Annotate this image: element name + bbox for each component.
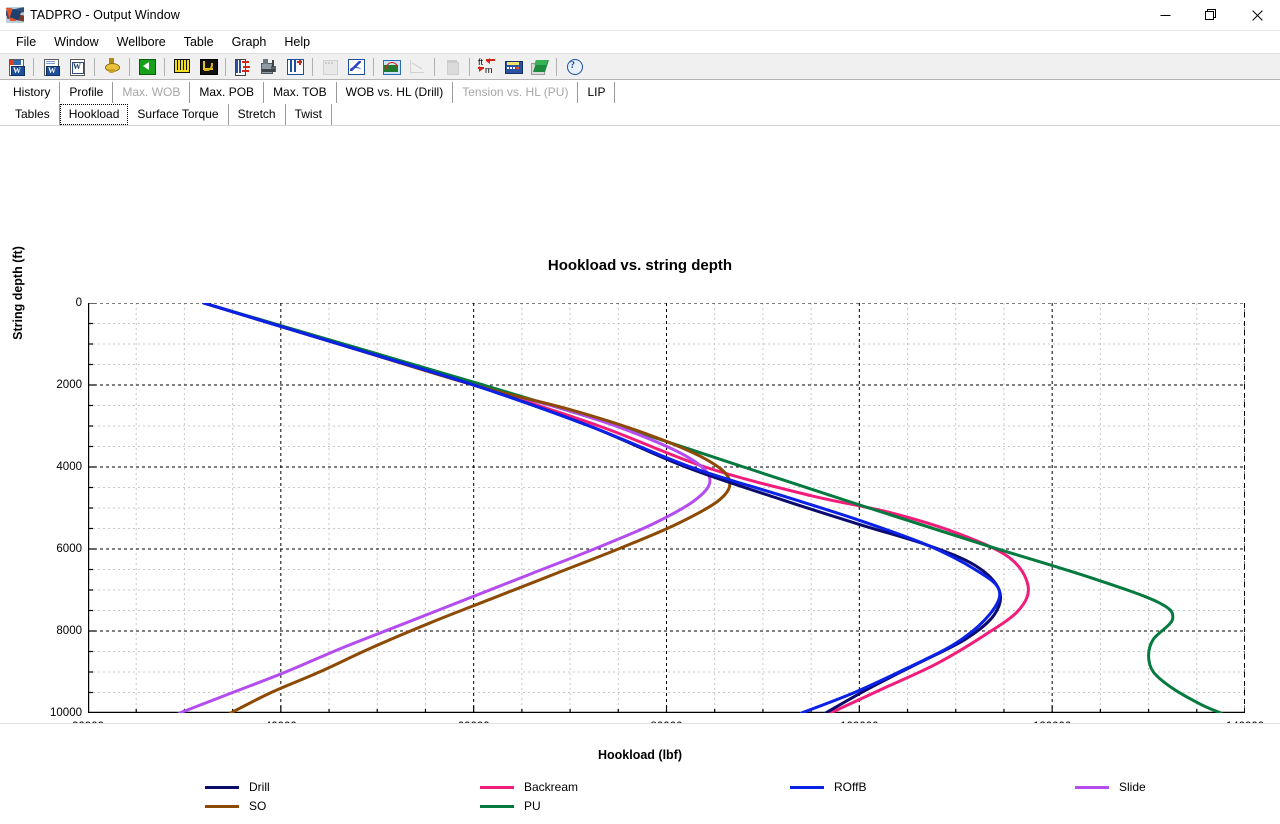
chart-panel: Hookload vs. string depth String depth (…: [0, 126, 1280, 742]
tabs-primary: History Profile Max. WOB Max. POB Max. T…: [0, 80, 1280, 103]
menu-item-wellbore[interactable]: Wellbore: [108, 33, 175, 51]
title-bar: TADPRO - Output Window: [0, 0, 1280, 31]
menu-bar: File Window Wellbore Table Graph Help: [0, 31, 1280, 53]
legend-label: ROffB: [834, 780, 866, 794]
legend-swatch: [1075, 786, 1109, 789]
toolbar: W W W: [0, 53, 1280, 80]
help-icon[interactable]: ?: [562, 56, 586, 78]
menu-item-table[interactable]: Table: [175, 33, 223, 51]
bit-icon[interactable]: [100, 56, 124, 78]
survey-icon[interactable]: [196, 56, 220, 78]
tab-max-pob[interactable]: Max. POB: [190, 82, 264, 103]
minimize-icon[interactable]: [1142, 0, 1188, 30]
y-axis-label: String depth (ft): [11, 213, 25, 373]
legend-label: Drill: [249, 780, 270, 794]
units-ft-m-icon[interactable]: ft m: [475, 56, 499, 78]
legend-swatch: [205, 786, 239, 789]
legend-swatch: [790, 786, 824, 789]
x-axis-label: Hookload (lbf): [0, 748, 1280, 762]
back-green-icon[interactable]: [135, 56, 159, 78]
calculator-icon[interactable]: [501, 56, 525, 78]
trash-icon: [440, 56, 464, 78]
legend-label: PU: [524, 799, 541, 813]
export-word-color-icon[interactable]: W: [4, 56, 28, 78]
legend-item-pu: PU: [480, 799, 541, 813]
legend-item-so: SO: [205, 799, 266, 813]
app-icon: [6, 7, 24, 23]
maximize-icon[interactable]: [1188, 0, 1234, 30]
chart-legend: Drill SO Backream PU ROffB Slide: [0, 776, 1280, 824]
tab-surface-torque[interactable]: Surface Torque: [128, 104, 228, 125]
y-tick-label: 8000: [56, 625, 82, 637]
y-tick-label: 2000: [56, 379, 82, 391]
y-tick-label: 6000: [56, 543, 82, 555]
graph-plot-icon[interactable]: [344, 56, 368, 78]
legend-swatch: [480, 805, 514, 808]
hole-section-icon[interactable]: [283, 56, 307, 78]
tab-profile[interactable]: Profile: [60, 82, 113, 103]
chart-line-icon: [405, 56, 429, 78]
window-title: TADPRO - Output Window: [30, 8, 180, 22]
tab-twist[interactable]: Twist: [286, 104, 332, 125]
legend-item-roffb: ROffB: [790, 780, 866, 794]
chart-image-icon[interactable]: [379, 56, 403, 78]
window-controls: [1142, 0, 1280, 30]
legend-item-backream: Backream: [480, 780, 578, 794]
export-word-icon[interactable]: W: [39, 56, 63, 78]
tab-hookload[interactable]: Hookload: [60, 104, 129, 125]
legend-item-drill: Drill: [205, 780, 270, 794]
tab-stretch[interactable]: Stretch: [229, 104, 286, 125]
rig-icon[interactable]: [257, 56, 281, 78]
tab-history[interactable]: History: [4, 82, 60, 103]
legend-label: Backream: [524, 780, 578, 794]
tab-tension-vs-hl-pu: Tension vs. HL (PU): [453, 82, 578, 103]
y-tick-label: 10000: [50, 707, 82, 719]
torque-drag-icon[interactable]: [231, 56, 255, 78]
export-folder-icon[interactable]: [527, 56, 551, 78]
menu-item-graph[interactable]: Graph: [223, 33, 276, 51]
drillstring-icon[interactable]: [170, 56, 194, 78]
plot-area: [88, 303, 1245, 713]
tab-max-tob[interactable]: Max. TOB: [264, 82, 337, 103]
legend-item-slide: Slide: [1075, 780, 1146, 794]
menu-item-file[interactable]: File: [7, 33, 45, 51]
series-line-so: [204, 303, 730, 713]
legend-label: Slide: [1119, 780, 1146, 794]
legend-label: SO: [249, 799, 266, 813]
menu-item-window[interactable]: Window: [45, 33, 107, 51]
close-icon[interactable]: [1234, 0, 1280, 30]
tab-tables[interactable]: Tables: [6, 104, 60, 125]
plot-svg: [88, 303, 1245, 713]
tab-max-wob: Max. WOB: [113, 82, 190, 103]
report-icon: [318, 56, 342, 78]
y-tick-label: 4000: [56, 461, 82, 473]
menu-item-help[interactable]: Help: [275, 33, 319, 51]
legend-swatch: [480, 786, 514, 789]
legend-swatch: [205, 805, 239, 808]
y-tick-label: 0: [76, 297, 82, 309]
chart-title: Hookload vs. string depth: [0, 257, 1280, 274]
tab-wob-vs-hl-drill[interactable]: WOB vs. HL (Drill): [337, 82, 454, 103]
tabs-secondary: Tables Hookload Surface Torque Stretch T…: [0, 103, 1280, 125]
export-word-plain-icon[interactable]: W: [65, 56, 89, 78]
tab-lip[interactable]: LIP: [578, 82, 615, 103]
